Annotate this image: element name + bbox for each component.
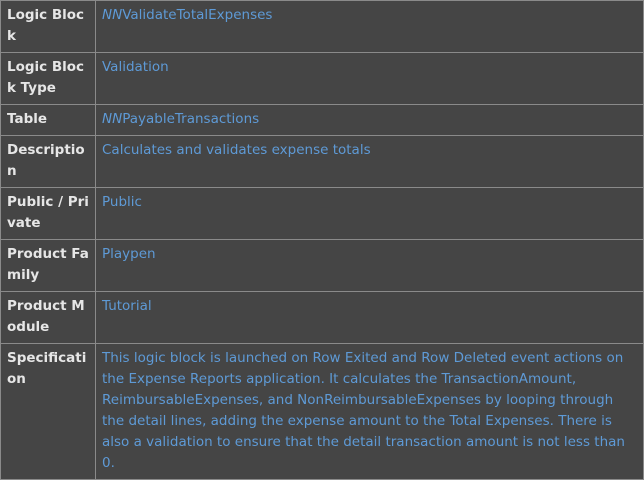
product-family-label: Product Family <box>0 239 96 292</box>
table-label: Table <box>0 104 96 136</box>
row-logic-block-type: Logic Block Type Validation <box>0 52 644 105</box>
logic-block-prefix: NN <box>102 7 123 23</box>
public-private-label: Public / Private <box>0 187 96 240</box>
description-label: Description <box>0 135 96 188</box>
logic-block-type-value[interactable]: Validation <box>95 52 644 105</box>
row-product-family: Product Family Playpen <box>0 239 644 292</box>
row-public-private: Public / Private Public <box>0 187 644 240</box>
logic-block-value[interactable]: NNValidateTotalExpenses <box>95 0 644 53</box>
row-logic-block: Logic Block NNValidateTotalExpenses <box>0 0 644 53</box>
specification-label: Specification <box>0 343 96 480</box>
row-product-module: Product Module Tutorial <box>0 291 644 344</box>
logic-block-properties-table: Logic Block NNValidateTotalExpenses Logi… <box>0 0 644 480</box>
row-table: Table NNPayableTransactions <box>0 104 644 136</box>
product-family-value[interactable]: Playpen <box>95 239 644 292</box>
product-module-label: Product Module <box>0 291 96 344</box>
logic-block-name: ValidateTotalExpenses <box>122 7 273 23</box>
public-private-value[interactable]: Public <box>95 187 644 240</box>
logic-block-type-label: Logic Block Type <box>0 52 96 105</box>
table-value[interactable]: NNPayableTransactions <box>95 104 644 136</box>
table-name: PayableTransactions <box>122 111 260 127</box>
description-value[interactable]: Calculates and validates expense totals <box>95 135 644 188</box>
specification-value[interactable]: This logic block is launched on Row Exit… <box>95 343 644 480</box>
logic-block-label: Logic Block <box>0 0 96 53</box>
row-specification: Specification This logic block is launch… <box>0 343 644 480</box>
row-description: Description Calculates and validates exp… <box>0 135 644 188</box>
table-prefix: NN <box>102 111 123 127</box>
product-module-value[interactable]: Tutorial <box>95 291 644 344</box>
